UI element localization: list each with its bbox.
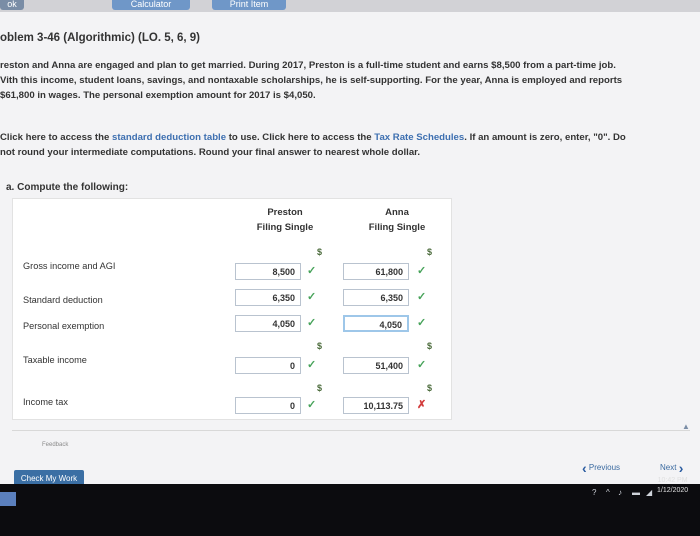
top-toolbar: ok Calculator Print Item [0, 0, 700, 12]
row-label-income-tax: Income tax [23, 397, 68, 407]
preston-gross-income-input[interactable]: 8,500 [235, 263, 301, 280]
row-label-gross-income: Gross income and AGI [23, 261, 116, 271]
anna-income-tax-input[interactable]: 10,113.75 [343, 397, 409, 414]
calculator-button[interactable]: Calculator [112, 0, 190, 10]
dollar-sign: $ [317, 341, 323, 351]
problem-title: oblem 3-46 (Algorithmic) (LO. 5, 6, 9) [0, 32, 201, 44]
anna-standard-deduction-input[interactable]: 6,350 [343, 289, 409, 306]
preston-personal-exemption-input[interactable]: 4,050 [235, 315, 301, 332]
taskbar-clock[interactable]: 10:42 PM 1/12/2020 [657, 476, 688, 496]
previous-label: Previous [588, 463, 621, 473]
anna-personal-exemption-input[interactable]: 4,050 [343, 315, 409, 332]
anna-gross-income-input[interactable]: 61,800 [343, 263, 409, 280]
problem-page: oblem 3-46 (Algorithmic) (LO. 5, 6, 9) r… [0, 12, 700, 488]
divider [12, 430, 690, 431]
instructions-text: to use. Click here to access the [226, 132, 375, 143]
volume-icon[interactable]: ♪ [618, 488, 622, 497]
cross-icon: ✗ [417, 399, 427, 411]
check-icon: ✓ [307, 291, 317, 303]
tax-rate-schedules-link[interactable]: Tax Rate Schedules [374, 132, 464, 143]
next-label: Next [660, 463, 677, 473]
help-icon[interactable]: ? [592, 488, 596, 497]
instructions-text: . If an amount is zero, enter, "0". Do [464, 132, 626, 143]
question-label: a. Compute the following: [6, 182, 129, 193]
preston-income-tax-input[interactable]: 0 [235, 397, 301, 414]
column-status: Filing Single [256, 222, 314, 233]
check-icon: ✓ [307, 265, 317, 277]
chevron-right-icon: › [678, 460, 684, 476]
anna-taxable-income-input[interactable]: 51,400 [343, 357, 409, 374]
dollar-sign: $ [317, 247, 323, 257]
dollar-sign: $ [427, 341, 433, 351]
ok-button[interactable]: ok [0, 0, 24, 10]
clock-time: 10:42 PM [657, 477, 688, 484]
dollar-sign: $ [427, 247, 433, 257]
row-label-taxable-income: Taxable income [23, 355, 87, 365]
description-line: Vith this income, student loans, savings… [0, 75, 623, 86]
row-label-standard-deduction: Standard deduction [23, 295, 103, 305]
dollar-sign: $ [317, 383, 323, 393]
dollar-sign: $ [427, 383, 433, 393]
column-name: Preston [267, 207, 303, 218]
window-icon[interactable] [0, 492, 16, 506]
check-icon: ✓ [417, 265, 427, 277]
network-icon[interactable]: ◢ [646, 488, 652, 497]
battery-icon: ▬ [632, 488, 640, 497]
description-line: reston and Anna are engaged and plan to … [0, 60, 616, 71]
check-icon: ✓ [417, 317, 427, 329]
standard-deduction-table-link[interactable]: standard deduction table [112, 132, 226, 143]
check-icon: ✓ [307, 359, 317, 371]
column-status: Filing Single [368, 222, 426, 233]
check-icon: ✓ [417, 359, 427, 371]
problem-description: reston and Anna are engaged and plan to … [0, 58, 622, 103]
chevron-up-icon[interactable]: ^ [606, 488, 610, 497]
check-icon: ✓ [417, 291, 427, 303]
chevron-left-icon: ‹ [582, 460, 587, 476]
instructions-text: Click here to access the [0, 132, 112, 143]
column-header-preston: Preston Filing Single [225, 205, 345, 235]
previous-button[interactable]: ‹ Previous [582, 460, 620, 476]
description-line: $61,800 in wages. The personal exemption… [0, 90, 316, 101]
instructions: Click here to access the standard deduct… [0, 130, 626, 160]
preston-taxable-income-input[interactable]: 0 [235, 357, 301, 374]
answer-grid: Preston Filing Single Anna Filing Single… [12, 198, 452, 420]
column-name: Anna [385, 207, 409, 218]
row-label-personal-exemption: Personal exemption [23, 321, 105, 331]
check-icon: ✓ [307, 399, 317, 411]
column-header-anna: Anna Filing Single [337, 205, 457, 235]
next-button[interactable]: Next › [660, 460, 683, 476]
feedback-label[interactable]: Feedback [42, 442, 68, 448]
clock-date: 1/12/2020 [657, 487, 689, 494]
instructions-text: not round your intermediate computations… [0, 147, 421, 158]
preston-standard-deduction-input[interactable]: 6,350 [235, 289, 301, 306]
check-icon: ✓ [307, 317, 317, 329]
print-item-button[interactable]: Print Item [212, 0, 286, 10]
